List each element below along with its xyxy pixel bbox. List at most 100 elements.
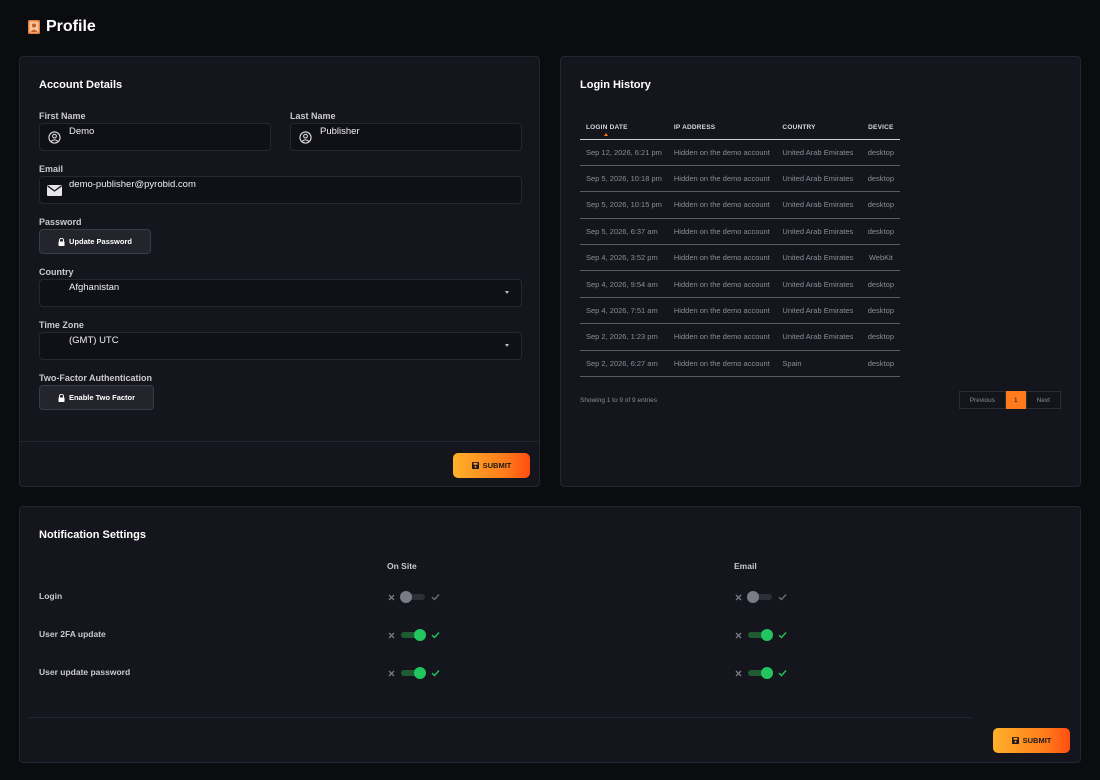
column-header-ip-address[interactable]: IP ADDRESS: [667, 117, 777, 140]
ip-address-cell: Hidden on the demo account: [667, 139, 777, 166]
account-submit-label: SUBMIT: [482, 461, 512, 470]
onsite-toggle[interactable]: [401, 667, 426, 679]
column-header-onsite: On Site: [387, 561, 417, 571]
ip-address-cell: Hidden on the demo account: [667, 218, 777, 246]
x-icon: [388, 670, 395, 676]
device-cell: desktop: [861, 350, 900, 378]
country-cell: United Arab Emirates: [776, 297, 862, 325]
timezone-value: (GMT) UTC: [69, 335, 119, 346]
device-cell: desktop: [861, 323, 900, 351]
login-date-cell: Sep 4, 2026, 7:51 am: [580, 297, 668, 325]
table-row: Sep 12, 2026, 6:21 pm Hidden on the demo …: [580, 139, 900, 166]
onsite-toggle[interactable]: [401, 629, 426, 641]
pagination-previous[interactable]: Previous: [958, 391, 1006, 409]
twofa-label: Two-Factor Authentication: [39, 373, 152, 383]
update-password-label: Update Password: [69, 237, 132, 246]
enable-two-factor-label: Enable Two Factor: [68, 393, 136, 402]
x-icon: [735, 670, 742, 676]
ip-address-cell: Hidden on the demo account: [667, 165, 777, 193]
pagination-next[interactable]: Next: [1025, 391, 1061, 409]
country-select[interactable]: Afghanistan: [39, 279, 522, 307]
sort-asc-icon: [604, 132, 608, 136]
x-icon: [735, 632, 742, 638]
notification-settings-card: Notification Settings On Site Email Logi…: [19, 506, 1081, 763]
onsite-toggle-group: [388, 590, 440, 604]
table-row: Sep 2, 2026, 6:27 am Hidden on the demo a…: [580, 350, 900, 378]
email-toggle-group: [735, 628, 787, 642]
notifications-submit-button[interactable]: SUBMIT: [993, 728, 1070, 753]
login-date-cell: Sep 4, 2026, 9:54 am: [580, 270, 668, 298]
login-history-card: Login History LOGIN DATE IP ADDRESS COUN…: [560, 56, 1081, 487]
ip-address-cell: Hidden on the demo account: [667, 270, 777, 298]
onsite-toggle[interactable]: [400, 591, 425, 603]
notification-row-label: User 2FA update: [39, 629, 106, 639]
notification-row-label: Login: [39, 591, 63, 601]
toggle-knob: [400, 591, 412, 603]
country-cell: United Arab Emirates: [776, 218, 862, 246]
device-cell: desktop: [861, 270, 900, 298]
notification-row-label: User update password: [39, 667, 131, 677]
last-name-field[interactable]: Publisher: [290, 123, 522, 151]
onsite-toggle-group: [388, 628, 440, 642]
last-name-label: Last Name: [290, 111, 336, 121]
login-date-cell: Sep 2, 2026, 1:23 pm: [580, 323, 668, 351]
email-field[interactable]: demo-publisher@pyrobid.com: [39, 176, 522, 204]
country-cell: United Arab Emirates: [776, 244, 862, 272]
check-icon: [431, 670, 440, 677]
pagination: Previous 1 Next: [958, 391, 1061, 409]
timezone-select[interactable]: (GMT) UTC: [39, 332, 522, 360]
x-icon: [388, 594, 395, 600]
save-icon: [1011, 737, 1019, 744]
table-row: Sep 5, 2026, 10:18 pm Hidden on the demo …: [580, 165, 900, 193]
first-name-field[interactable]: Demo: [39, 123, 271, 151]
country-label: Country: [39, 267, 74, 277]
account-submit-button[interactable]: SUBMIT: [453, 453, 530, 478]
notification-settings-title: Notification Settings: [39, 529, 146, 541]
table-row: Sep 4, 2026, 7:51 am Hidden on the demo a…: [580, 297, 900, 325]
user-circle-icon: [299, 131, 312, 144]
user-circle-icon: [48, 131, 61, 144]
email-toggle[interactable]: [747, 591, 772, 603]
toggle-knob: [414, 667, 426, 679]
account-details-card: Account Details First Name Demo Last Nam…: [19, 56, 540, 487]
timezone-label: Time Zone: [39, 320, 84, 330]
page-title: Profile: [28, 18, 96, 36]
device-cell: desktop: [861, 297, 900, 325]
country-cell: United Arab Emirates: [776, 165, 862, 193]
onsite-toggle-group: [388, 666, 440, 680]
entries-info: Showing 1 to 9 of 9 entries: [580, 397, 657, 404]
first-name-value: Demo: [69, 126, 95, 137]
device-cell: WebKit: [861, 244, 900, 272]
column-header-device[interactable]: DEVICE: [861, 117, 900, 140]
country-cell: United Arab Emirates: [776, 323, 862, 351]
chevron-down-icon: [505, 291, 509, 294]
device-cell: desktop: [861, 191, 900, 219]
device-cell: desktop: [861, 165, 900, 193]
login-date-cell: Sep 2, 2026, 6:27 am: [580, 350, 668, 378]
login-date-cell: Sep 5, 2026, 6:37 am: [580, 218, 668, 246]
account-details-title: Account Details: [39, 79, 123, 91]
password-label: Password: [39, 217, 82, 227]
country-value: Afghanistan: [69, 282, 120, 293]
country-cell: United Arab Emirates: [776, 191, 862, 219]
ip-address-cell: Hidden on the demo account: [667, 323, 777, 351]
email-toggle[interactable]: [748, 629, 773, 641]
first-name-label: First Name: [39, 111, 86, 121]
email-toggle[interactable]: [748, 667, 773, 679]
check-icon: [431, 594, 440, 601]
notifications-submit-label: SUBMIT: [1022, 736, 1052, 745]
device-cell: desktop: [861, 139, 900, 166]
enable-two-factor-button[interactable]: Enable Two Factor: [39, 385, 154, 410]
column-header-login-date[interactable]: LOGIN DATE: [580, 117, 668, 140]
ip-address-cell: Hidden on the demo account: [667, 350, 777, 378]
ip-address-cell: Hidden on the demo account: [667, 191, 777, 219]
update-password-button[interactable]: Update Password: [39, 229, 151, 254]
login-history-table: LOGIN DATE IP ADDRESS COUNTRY DEVICE Sep…: [580, 117, 900, 378]
email-toggle-group: [735, 590, 787, 604]
column-header-country[interactable]: COUNTRY: [776, 117, 862, 140]
save-icon: [471, 462, 479, 469]
login-date-cell: Sep 12, 2026, 6:21 pm: [580, 139, 668, 166]
email-value: demo-publisher@pyrobid.com: [69, 179, 196, 190]
pagination-page-1[interactable]: 1: [1006, 391, 1026, 409]
login-date-cell: Sep 5, 2026, 10:15 pm: [580, 191, 668, 219]
